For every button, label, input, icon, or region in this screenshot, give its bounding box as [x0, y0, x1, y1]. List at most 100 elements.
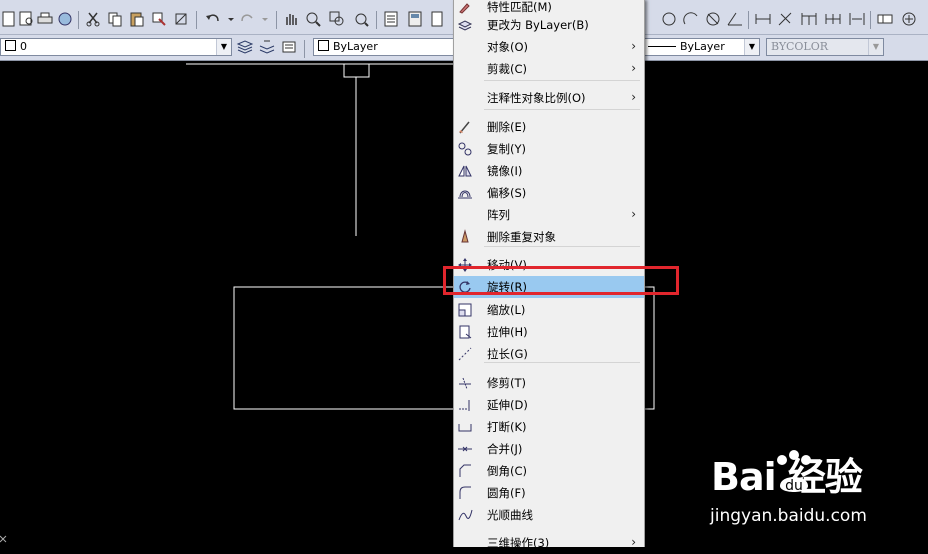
menu-item-label: 拉伸(H) [487, 325, 528, 339]
pan-icon[interactable] [282, 10, 300, 28]
fillet-icon [457, 485, 473, 501]
linetype-line-icon [648, 46, 676, 47]
menu-item-array[interactable]: 阵列 › [454, 204, 644, 226]
menu-item-label: 圆角(F) [487, 486, 526, 500]
dim-continue-icon[interactable] [824, 10, 842, 28]
menu-item-label: 删除(E) [487, 120, 527, 134]
highlight-annotation-box [443, 266, 679, 295]
grip-box[interactable] [343, 63, 370, 78]
menu-item-change-bylayer[interactable]: 更改为 ByLayer(B) [454, 14, 644, 36]
menu-item-annot-scale[interactable]: 注释性对象比例(O) › [454, 87, 644, 109]
menu-item-label: 更改为 ByLayer(B) [487, 18, 589, 32]
layer-dropdown-icon[interactable]: ▼ [216, 39, 231, 55]
layer-previous-icon[interactable] [280, 38, 298, 56]
menu-item-label: 倒角(C) [487, 464, 528, 478]
menu-item-blend[interactable]: 光顺曲线 [454, 504, 644, 526]
cut-icon[interactable] [84, 10, 102, 28]
join-icon [457, 441, 473, 457]
new-icon[interactable] [0, 10, 18, 28]
zoom-previous-icon[interactable] [352, 10, 370, 28]
layer-current-icon[interactable] [258, 38, 276, 56]
matchprop-icon[interactable] [150, 10, 168, 28]
dim-center-icon[interactable] [900, 10, 918, 28]
menu-separator [484, 246, 640, 247]
watermark-url: jingyan.baidu.com [710, 506, 867, 526]
menu-item-join[interactable]: 合并(J) [454, 438, 644, 460]
redo-dropdown-icon[interactable] [256, 10, 274, 28]
menu-item-label: 偏移(S) [487, 186, 527, 200]
print-icon[interactable] [36, 10, 54, 28]
properties-icon[interactable] [382, 10, 400, 28]
menu-item-label: 注释性对象比例(O) [487, 91, 586, 105]
menu-item-label: 阵列 [487, 208, 510, 222]
layer-value: 0 [20, 40, 27, 53]
no-icon[interactable] [704, 10, 722, 28]
menu-item-3d-ops[interactable]: 三维操作(3) › [454, 532, 644, 554]
svg-text:du: du [785, 478, 803, 494]
paw-icon: du [777, 450, 811, 494]
menu-item-offset[interactable]: 偏移(S) [454, 182, 644, 204]
break-icon [457, 419, 473, 435]
zoom-realtime-icon[interactable] [304, 10, 322, 28]
zoom-window-icon[interactable] [328, 10, 346, 28]
angle-icon[interactable] [726, 10, 744, 28]
undo-icon[interactable] [204, 10, 222, 28]
menu-item-overkill[interactable]: 删除重复对象 [454, 226, 644, 248]
submenu-arrow-icon: › [631, 61, 636, 75]
dim-baseline-icon[interactable] [800, 10, 818, 28]
dim-linear-icon[interactable] [754, 10, 772, 28]
menu-item-extend[interactable]: 延伸(D) [454, 394, 644, 416]
linetype-dropdown-icon[interactable]: ▼ [744, 39, 759, 55]
menu-item-label: 三维操作(3) [487, 536, 550, 550]
dim-space-icon[interactable] [848, 10, 866, 28]
dim-tolerance-icon[interactable] [876, 10, 894, 28]
menu-item-erase[interactable]: 删除(E) [454, 116, 644, 138]
paste-icon[interactable] [128, 10, 146, 28]
plotstyle-value: BYCOLOR [771, 40, 828, 53]
menu-item-chamfer[interactable]: 倒角(C) [454, 460, 644, 482]
copy-clip-icon[interactable] [106, 10, 124, 28]
publish-icon[interactable] [56, 10, 74, 28]
blend-icon [457, 507, 473, 523]
menu-separator [484, 109, 640, 110]
erase-icon [457, 119, 473, 135]
redo-icon[interactable] [238, 10, 256, 28]
menu-item-label: 合并(J) [487, 442, 523, 456]
designcenter-icon[interactable] [406, 10, 424, 28]
toolpalette-icon[interactable] [428, 10, 446, 28]
circle-icon[interactable] [660, 10, 678, 28]
menu-item-copy[interactable]: 复制(Y) [454, 138, 644, 160]
menu-item-object[interactable]: 对象(O) › [454, 36, 644, 58]
preview-icon[interactable] [18, 10, 36, 28]
submenu-arrow-icon: › [631, 39, 636, 53]
menu-item-stretch[interactable]: 拉伸(H) [454, 321, 644, 343]
menu-item-label: 删除重复对象 [487, 230, 556, 244]
menu-item-label: 缩放(L) [487, 303, 526, 317]
linetype-value: ByLayer [680, 40, 725, 53]
block-icon[interactable] [172, 10, 190, 28]
layer-properties-icon[interactable] [236, 38, 254, 56]
arc-icon[interactable] [682, 10, 700, 28]
menu-item-label: 修剪(T) [487, 376, 526, 390]
plotstyle-dropdown-icon: ▼ [868, 39, 883, 55]
linetype-combo[interactable]: ByLayer ▼ [643, 38, 760, 56]
menu-item-clip[interactable]: 剪裁(C) › [454, 58, 644, 80]
stretch-icon [457, 324, 473, 340]
submenu-arrow-icon: › [631, 207, 636, 221]
menu-item-break[interactable]: 打断(K) [454, 416, 644, 438]
menu-item-trim[interactable]: 修剪(T) [454, 372, 644, 394]
dim-aligned-icon[interactable] [776, 10, 794, 28]
color-combo[interactable]: ByLayer [313, 38, 456, 56]
lengthen-icon [457, 346, 473, 362]
menu-item-label: 剪裁(C) [487, 62, 528, 76]
mirror-icon [457, 163, 473, 179]
menu-item-scale[interactable]: 缩放(L) [454, 299, 644, 321]
menu-item-label: 拉长(G) [487, 347, 528, 361]
menu-item-label: 打断(K) [487, 420, 527, 434]
menu-item-mirror[interactable]: 镜像(I) [454, 160, 644, 182]
menu-separator [484, 362, 640, 363]
layer-combo[interactable]: 0 ▼ [0, 38, 232, 56]
offset-icon [457, 185, 473, 201]
menu-item-label: 对象(O) [487, 40, 529, 54]
menu-item-fillet[interactable]: 圆角(F) [454, 482, 644, 504]
